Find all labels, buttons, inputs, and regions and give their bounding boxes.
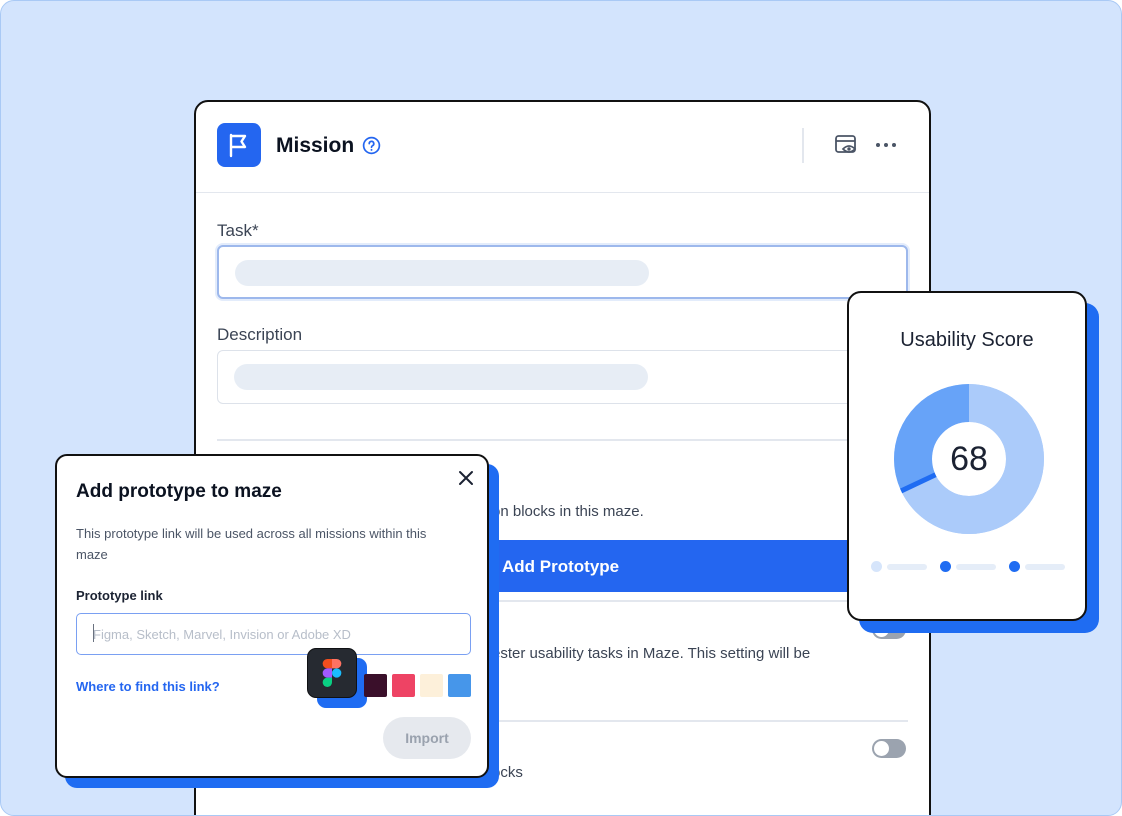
tester-setting-text: ester usability tasks in Maze. This sett… — [492, 645, 811, 662]
description-label: Description — [217, 325, 303, 344]
figma-icon — [322, 659, 342, 687]
usability-donut-chart: 68 — [894, 384, 1044, 534]
swatch-color[interactable] — [420, 674, 443, 697]
pagination-dot[interactable] — [871, 561, 882, 572]
pagination-bar — [956, 564, 996, 570]
mission-title: Mission — [276, 134, 355, 157]
flag-icon — [229, 133, 247, 158]
stage: Mission Task* Description on blocks in t… — [0, 0, 1122, 816]
usability-score-title: Usability Score — [900, 329, 1034, 351]
text-caret — [93, 624, 94, 642]
mission-header: Mission — [196, 102, 929, 193]
prototype-link-label: Prototype link — [76, 588, 163, 603]
swatch-color[interactable] — [392, 674, 415, 697]
section-divider — [217, 439, 908, 441]
blocks-text: on blocks in this maze. — [492, 503, 644, 520]
description-input[interactable] — [217, 350, 908, 404]
where-to-find-link[interactable]: Where to find this link? — [76, 679, 220, 694]
help-icon[interactable] — [362, 136, 381, 155]
pagination-bar — [1025, 564, 1065, 570]
description-placeholder-bar — [234, 364, 648, 390]
task-label: Task* — [217, 221, 259, 240]
blocks-toggle[interactable] — [872, 739, 906, 758]
usability-score-card: Usability Score 68 — [847, 291, 1087, 621]
usability-score-value: 68 — [950, 440, 988, 478]
figma-tile[interactable] — [307, 648, 357, 698]
task-placeholder-bar — [235, 260, 649, 286]
mission-icon-tile — [217, 123, 261, 167]
preview-icon[interactable] — [834, 134, 858, 156]
import-button[interactable]: Import — [383, 717, 471, 759]
swatch-color[interactable] — [364, 674, 387, 697]
modal-title: Add prototype to maze — [76, 481, 282, 502]
prototype-link-input[interactable] — [76, 613, 471, 655]
pagination-dot[interactable] — [1009, 561, 1020, 572]
add-prototype-modal: Add prototype to maze This prototype lin… — [55, 454, 489, 778]
task-input[interactable] — [217, 245, 908, 299]
score-pagination — [871, 561, 1067, 573]
close-icon[interactable] — [457, 469, 475, 487]
more-icon[interactable] — [874, 136, 898, 154]
pagination-bar — [887, 564, 927, 570]
swatch-color[interactable] — [448, 674, 471, 697]
header-separator — [802, 128, 804, 163]
modal-description: This prototype link will be used across … — [76, 526, 427, 562]
pagination-dot[interactable] — [940, 561, 951, 572]
